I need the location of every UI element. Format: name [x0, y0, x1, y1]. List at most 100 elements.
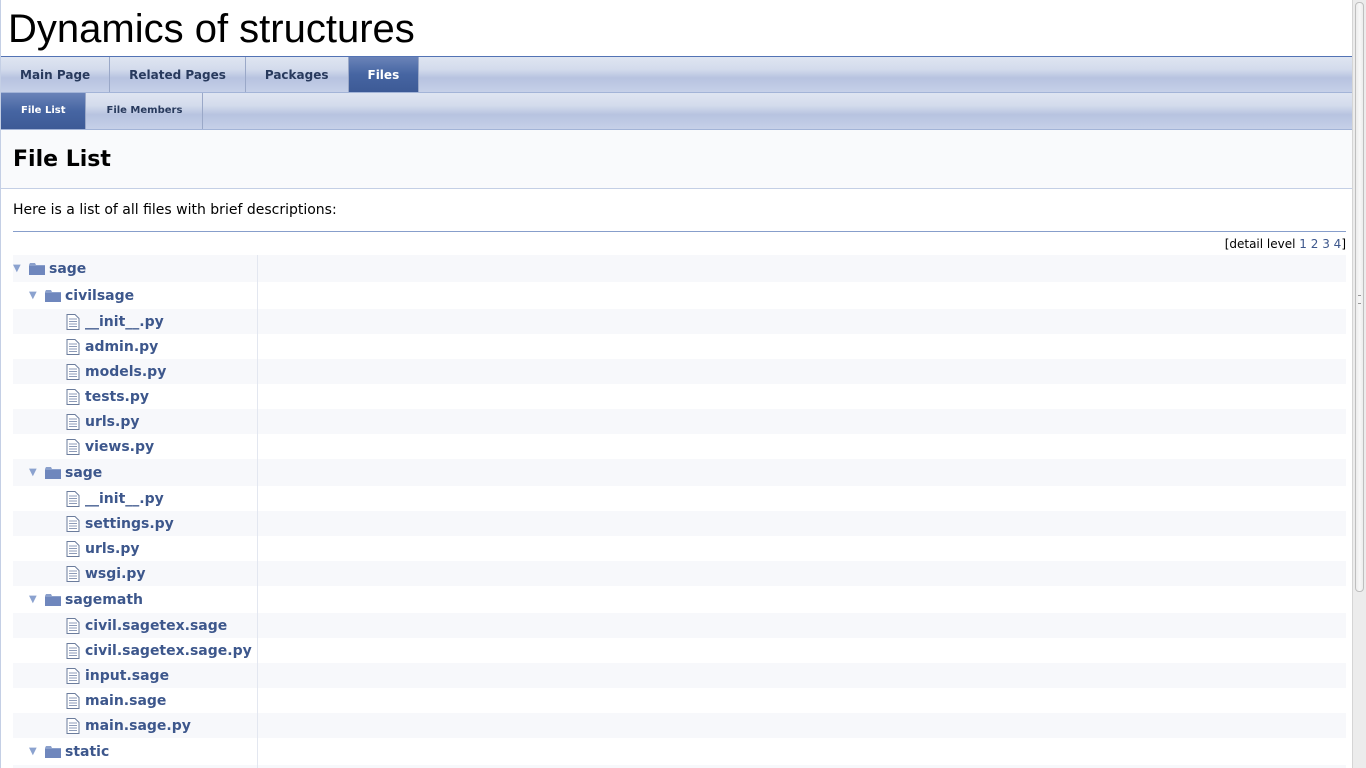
- tree-name-cell: urls.py: [13, 536, 258, 561]
- dir-link[interactable]: sagemath: [65, 592, 143, 608]
- expand-arrow-icon[interactable]: ▼: [29, 467, 45, 478]
- tree-file-row: urls.py: [13, 536, 1346, 561]
- detail-level-1[interactable]: 1: [1299, 237, 1307, 251]
- tree-file-row: civil.sagetex.sage: [13, 613, 1346, 638]
- tree-file-row: settings.py: [13, 511, 1346, 536]
- subtab-file-members[interactable]: File Members: [86, 93, 204, 129]
- dir-link[interactable]: static: [65, 744, 109, 760]
- sub-tabs: File List File Members: [1, 93, 1352, 130]
- tree-desc-cell: [258, 434, 1346, 459]
- tree-dir-row: ▼ civilsage: [13, 282, 1346, 309]
- tree-dir-row: ▼ static: [13, 738, 1346, 765]
- tree-file-row: views.py: [13, 434, 1346, 459]
- file-icon: [66, 515, 80, 532]
- file-icon: [66, 338, 80, 355]
- file-link[interactable]: civil.sagetex.sage.py: [85, 643, 252, 659]
- folder-icon: [45, 289, 61, 302]
- expand-arrow-icon[interactable]: ▼: [29, 290, 45, 301]
- file-link[interactable]: urls.py: [85, 414, 139, 430]
- tab-main-page[interactable]: Main Page: [1, 57, 111, 92]
- file-link[interactable]: input.sage: [85, 668, 169, 684]
- file-link[interactable]: views.py: [85, 439, 154, 455]
- tree-name-cell: ▼ sagemath: [13, 586, 258, 613]
- file-link[interactable]: civil.sagetex.sage: [85, 618, 227, 634]
- tree-name-cell: admin.py: [13, 334, 258, 359]
- tree-name-cell: urls.py: [13, 409, 258, 434]
- file-icon: [66, 617, 80, 634]
- vertical-scrollbar[interactable]: [1352, 0, 1366, 768]
- expand-arrow-icon[interactable]: ▼: [13, 263, 29, 274]
- tree-name-cell: input.sage: [13, 663, 258, 688]
- main-tabs: Main Page Related Pages Packages Files: [1, 57, 1352, 93]
- tree-file-row: urls.py: [13, 409, 1346, 434]
- tree-dir-row: ▼ sagemath: [13, 586, 1346, 613]
- tree-desc-cell: [258, 663, 1346, 688]
- tree-desc-cell: [258, 334, 1346, 359]
- tab-related-pages[interactable]: Related Pages: [110, 57, 246, 92]
- file-link[interactable]: settings.py: [85, 516, 174, 532]
- folder-icon: [45, 745, 61, 758]
- dir-link[interactable]: sage: [65, 465, 102, 481]
- tab-files[interactable]: Files: [348, 57, 420, 92]
- tree-desc-cell: [258, 638, 1346, 663]
- tree-desc-cell: [258, 511, 1346, 536]
- dir-link[interactable]: sage: [49, 261, 86, 277]
- intro-text: Here is a list of all files with brief d…: [13, 202, 1346, 232]
- tree-desc-cell: [258, 409, 1346, 434]
- detail-level-label: [detail level: [1224, 237, 1300, 251]
- tree-name-cell: settings.py: [13, 511, 258, 536]
- page-title: File List: [13, 147, 111, 172]
- tree-file-row: input.sage: [13, 663, 1346, 688]
- dir-link[interactable]: civilsage: [65, 288, 134, 304]
- file-link[interactable]: main.sage: [85, 693, 166, 709]
- tab-packages[interactable]: Packages: [246, 57, 349, 92]
- tree-desc-cell: [258, 561, 1346, 586]
- detail-level-2[interactable]: 2: [1311, 237, 1319, 251]
- detail-level-links: 1 2 3 4: [1299, 237, 1341, 251]
- file-icon: [66, 565, 80, 582]
- file-icon: [66, 540, 80, 557]
- folder-icon: [45, 593, 61, 606]
- file-link[interactable]: wsgi.py: [85, 566, 146, 582]
- tree-file-row: tests.py: [13, 384, 1346, 409]
- file-link[interactable]: urls.py: [85, 541, 139, 557]
- file-icon: [66, 490, 80, 507]
- tree-desc-cell: [258, 586, 1346, 613]
- file-link[interactable]: models.py: [85, 364, 166, 380]
- file-icon: [66, 717, 80, 734]
- expand-arrow-icon[interactable]: ▼: [29, 594, 45, 605]
- tree-file-row: main.sage.py: [13, 713, 1346, 738]
- tree-name-cell: models.py: [13, 359, 258, 384]
- scrollbar-thumb[interactable]: [1355, 2, 1364, 592]
- tree-name-cell: main.sage: [13, 688, 258, 713]
- tree-file-row: main.sage: [13, 688, 1346, 713]
- file-icon: [66, 667, 80, 684]
- file-link[interactable]: tests.py: [85, 389, 149, 405]
- file-icon: [66, 692, 80, 709]
- tree-file-row: wsgi.py: [13, 561, 1346, 586]
- tree-desc-cell: [258, 309, 1346, 334]
- file-tree: ▼ sage ▼ civilsage __init__.py admin.py models…: [13, 255, 1346, 768]
- expand-arrow-icon[interactable]: ▼: [29, 746, 45, 757]
- tree-dir-row: ▼ sage: [13, 459, 1346, 486]
- file-link[interactable]: __init__.py: [85, 491, 164, 507]
- file-link[interactable]: main.sage.py: [85, 718, 191, 734]
- tree-name-cell: tests.py: [13, 384, 258, 409]
- tree-desc-cell: [258, 613, 1346, 638]
- detail-level-3[interactable]: 3: [1322, 237, 1330, 251]
- tree-desc-cell: [258, 688, 1346, 713]
- tree-file-row: models.py: [13, 359, 1346, 384]
- subtab-file-list[interactable]: File List: [1, 93, 87, 129]
- tree-name-cell: __init__.py: [13, 309, 258, 334]
- tree-name-cell: __init__.py: [13, 486, 258, 511]
- doxygen-page: Dynamics of structures Main Page Related …: [0, 0, 1352, 768]
- tree-name-cell: ▼ sage: [13, 459, 258, 486]
- file-icon: [66, 363, 80, 380]
- folder-icon: [45, 466, 61, 479]
- tree-desc-cell: [258, 255, 1346, 282]
- file-icon: [66, 313, 80, 330]
- file-link[interactable]: admin.py: [85, 339, 158, 355]
- tree-file-row: civil.sagetex.sage.py: [13, 638, 1346, 663]
- file-link[interactable]: __init__.py: [85, 314, 164, 330]
- tree-desc-cell: [258, 486, 1346, 511]
